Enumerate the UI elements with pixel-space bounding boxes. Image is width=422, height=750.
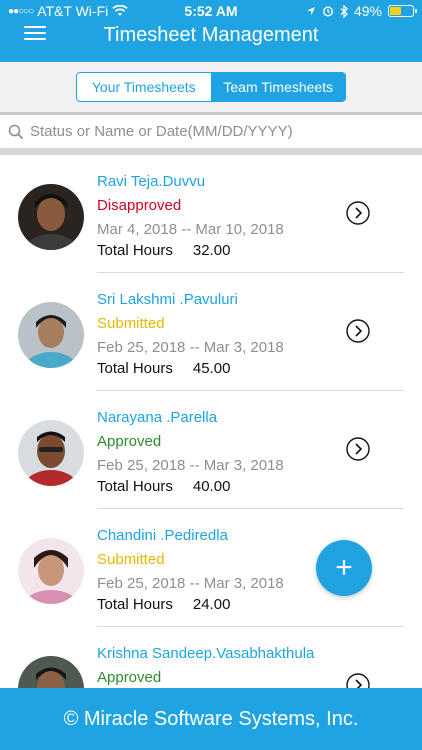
footer-copyright: © Miracle Software Systems, Inc. [63,707,359,730]
timesheet-list-item[interactable]: Ravi Teja.Duvvu Disapproved Mar 4, 2018 … [0,155,422,273]
bluetooth-icon [340,4,348,18]
total-hours: Total Hours 24.00 [97,596,230,613]
avatar [18,302,84,368]
date-range: Mar 4, 2018 -- Mar 10, 2018 [97,221,284,238]
total-hours: Total Hours 40.00 [97,478,230,495]
status-label: Disapproved [97,197,182,214]
plus-icon: + [335,551,353,584]
total-hours: Total Hours 32.00 [97,242,230,259]
divider [0,148,422,155]
total-hours-value: 45.00 [192,360,231,377]
page-title: Timesheet Management [103,24,319,46]
chevron-right-circle-icon[interactable] [346,673,370,688]
employee-name: Ravi Teja.Duvvu [97,173,206,190]
avatar [18,538,84,604]
employee-name: Chandini .Pediredla [97,527,228,544]
battery-percent: 49% [353,3,382,19]
status-label: Submitted [97,551,165,568]
status-right: 49% [306,3,417,19]
employee-name: Krishna Sandeep.Vasabhakthula [97,645,315,662]
avatar [18,656,84,688]
chevron-right-circle-icon[interactable] [346,201,370,225]
status-label: Approved [97,433,162,450]
navigation-bar: Timesheet Management [0,22,422,62]
status-label: Submitted [97,315,165,332]
add-timesheet-button[interactable]: + [316,540,372,596]
total-hours-label: Total Hours [97,596,173,613]
employee-name: Narayana .Parella [97,409,218,426]
timesheet-segmented-control: Your Timesheets Team Timesheets [76,72,346,102]
avatar [18,184,84,250]
status-label: Approved [97,669,162,686]
timesheet-list: Ravi Teja.Duvvu Disapproved Mar 4, 2018 … [0,155,422,688]
timesheet-list-item[interactable]: Sri Lakshmi .Pavuluri Submitted Feb 25, … [0,273,422,391]
battery-icon [388,5,417,17]
total-hours-value: 40.00 [192,478,231,495]
tab-team-timesheets[interactable]: Team Timesheets [210,73,345,101]
total-hours-label: Total Hours [97,242,173,259]
total-hours-value: 24.00 [192,596,231,613]
total-hours: Total Hours 45.00 [97,360,230,377]
chevron-right-circle-icon[interactable] [346,319,370,343]
search-bar [0,115,422,148]
tab-bar-area: Your Timesheets Team Timesheets [0,62,422,112]
tab-your-timesheets[interactable]: Your Timesheets [77,73,211,101]
search-input[interactable] [30,123,410,140]
footer: © Miracle Software Systems, Inc. [0,688,422,750]
location-icon [306,7,315,15]
chevron-right-circle-icon[interactable] [346,437,370,461]
search-icon [8,124,24,139]
timesheet-list-item[interactable]: Krishna Sandeep.Vasabhakthula Approved [0,627,422,688]
total-hours-label: Total Hours [97,478,173,495]
status-bar: ●●○○○ AT&T Wi-Fi 5:52 AM 49% [0,0,422,22]
employee-name: Sri Lakshmi .Pavuluri [97,291,238,308]
total-hours-value: 32.00 [192,242,231,259]
timesheet-list-item[interactable]: Narayana .Parella Approved Feb 25, 2018 … [0,391,422,509]
date-range: Feb 25, 2018 -- Mar 3, 2018 [97,457,284,474]
alarm-icon [322,6,333,17]
total-hours-label: Total Hours [97,360,173,377]
date-range: Feb 25, 2018 -- Mar 3, 2018 [97,575,284,592]
date-range: Feb 25, 2018 -- Mar 3, 2018 [97,339,284,356]
avatar [18,420,84,486]
